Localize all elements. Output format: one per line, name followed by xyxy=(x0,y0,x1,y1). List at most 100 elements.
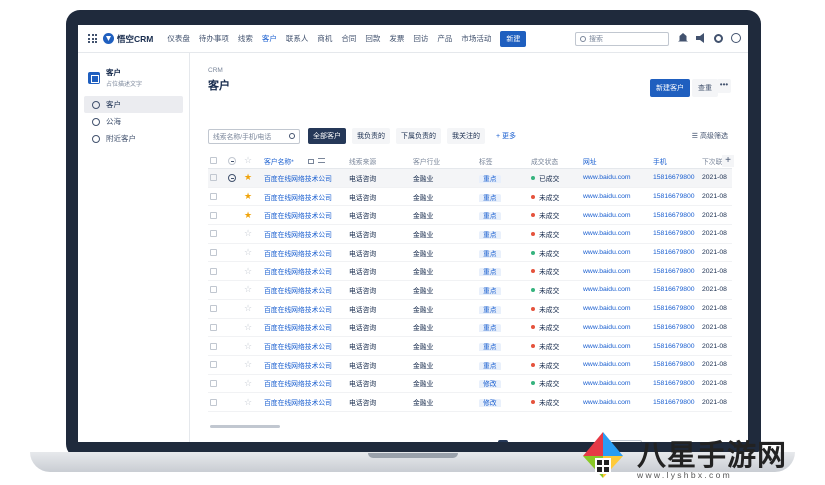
row-checkbox[interactable] xyxy=(208,230,228,238)
column-header-name[interactable]: 客户名称* xyxy=(264,156,349,166)
phone-link[interactable]: 15816679800 xyxy=(653,268,702,275)
row-checkbox[interactable] xyxy=(208,286,228,294)
phone-link[interactable]: 15816679800 xyxy=(653,361,702,368)
nav-item-2[interactable]: 线索 xyxy=(238,33,253,44)
nav-item-4[interactable]: 联系人 xyxy=(286,33,309,44)
table-row[interactable]: ☆ 百度在线网络技术公司 电话咨询 金融业 重点 未成交 www.baidu.com 1581… xyxy=(208,262,732,282)
row-checkbox[interactable] xyxy=(208,193,228,201)
table-row[interactable]: ★ 百度在线网络技术公司 电话咨询 金融业 重点 未成交 www.baidu.com 1581… xyxy=(208,188,732,207)
phone-link[interactable]: 15816679800 xyxy=(653,212,702,219)
star-outline-icon[interactable]: ☆ xyxy=(244,322,264,333)
table-row[interactable]: ☆ 百度在线网络技术公司 电话咨询 金融业 重点 未成交 www.baidu.com 1581… xyxy=(208,356,732,375)
column-header-tag[interactable]: 标签 xyxy=(479,156,531,166)
sort-icon[interactable] xyxy=(317,158,325,163)
nav-item-11[interactable]: 市场活动 xyxy=(461,33,491,44)
table-row[interactable]: ☆ 百度在线网络技术公司 电话咨询 金融业 重点 未成交 www.baidu.com 1581… xyxy=(208,319,732,338)
more-filters-link[interactable]: + 更多 xyxy=(491,128,521,144)
sidebar-item-0[interactable]: 客户 xyxy=(84,96,183,113)
row-checkbox[interactable] xyxy=(208,379,228,387)
phone-link[interactable]: 15816679800 xyxy=(653,249,702,256)
table-row[interactable]: ☆ 百度在线网络技术公司 电话咨询 金融业 重点 未成交 www.baidu.com 1581… xyxy=(208,225,732,244)
phone-link[interactable]: 15816679800 xyxy=(653,380,702,387)
website-link[interactable]: www.baidu.com xyxy=(583,343,653,350)
filter-tab-2[interactable]: 下属负责的 xyxy=(396,128,441,144)
row-checkbox[interactable] xyxy=(208,211,228,219)
website-link[interactable]: www.baidu.com xyxy=(583,399,653,406)
table-row[interactable]: ☆ 百度在线网络技术公司 电话咨询 金融业 重点 未成交 www.baidu.com 1581… xyxy=(208,281,732,300)
customer-name-link[interactable]: 百度在线网络技术公司 xyxy=(264,173,349,183)
table-row[interactable]: ★ 百度在线网络技术公司 电话咨询 金融业 重点 未成交 www.baidu.com 1581… xyxy=(208,206,732,226)
row-checkbox[interactable] xyxy=(208,305,228,313)
star-filled-icon[interactable]: ★ xyxy=(244,172,264,183)
user-avatar-icon[interactable] xyxy=(731,33,741,43)
customer-name-link[interactable]: 百度在线网络技术公司 xyxy=(264,322,349,332)
filter-tab-1[interactable]: 我负责的 xyxy=(352,128,390,144)
star-outline-icon[interactable]: ☆ xyxy=(244,359,264,370)
website-link[interactable]: www.baidu.com xyxy=(583,305,653,312)
sidebar-item-2[interactable]: 附近客户 xyxy=(84,130,183,147)
website-link[interactable]: www.baidu.com xyxy=(583,324,653,331)
phone-link[interactable]: 15816679800 xyxy=(653,305,702,312)
nav-item-0[interactable]: 仪表盘 xyxy=(167,33,190,44)
nav-item-7[interactable]: 回款 xyxy=(365,33,380,44)
phone-link[interactable]: 15816679800 xyxy=(653,399,702,406)
page-number[interactable]: 3 xyxy=(524,440,534,442)
row-checkbox[interactable] xyxy=(208,361,228,369)
page-number[interactable]: 5 xyxy=(550,440,560,442)
row-checkbox[interactable] xyxy=(208,174,228,182)
table-row[interactable]: ☆ 百度在线网络技术公司 电话咨询 金融业 重点 未成交 www.baidu.com 1581… xyxy=(208,337,732,356)
customer-name-link[interactable]: 百度在线网络技术公司 xyxy=(264,192,349,202)
table-row[interactable]: ★ 百度在线网络技术公司 电话咨询 金融业 重点 已成交 www.baidu.com 1581… xyxy=(208,169,732,188)
website-link[interactable]: www.baidu.com xyxy=(583,212,653,219)
page-number[interactable]: 1 xyxy=(498,440,509,442)
page-number[interactable]: 6 xyxy=(563,440,573,442)
table-row[interactable]: ☆ 百度在线网络技术公司 电话咨询 金融业 修改 未成交 www.baidu.com 1581… xyxy=(208,393,732,412)
customer-name-link[interactable]: 百度在线网络技术公司 xyxy=(264,229,349,239)
nav-new-button[interactable]: 新建 xyxy=(500,30,527,47)
column-header-status[interactable]: 成交状态 xyxy=(531,156,583,166)
website-link[interactable]: www.baidu.com xyxy=(583,380,653,387)
nav-item-9[interactable]: 回访 xyxy=(413,33,428,44)
customer-name-link[interactable]: 百度在线网络技术公司 xyxy=(264,378,349,388)
customer-name-link[interactable]: 百度在线网络技术公司 xyxy=(264,341,349,351)
global-search-input[interactable]: 搜索 xyxy=(575,32,669,46)
row-checkbox[interactable] xyxy=(208,249,228,257)
notification-bell-icon[interactable] xyxy=(678,33,688,42)
customer-name-link[interactable]: 百度在线网络技术公司 xyxy=(264,360,349,370)
row-checkbox[interactable] xyxy=(208,267,228,275)
customer-name-link[interactable]: 百度在线网络技术公司 xyxy=(264,285,349,295)
page-number[interactable]: 2 xyxy=(511,440,521,442)
phone-link[interactable]: 15816679800 xyxy=(653,193,702,200)
customer-name-link[interactable]: 百度在线网络技术公司 xyxy=(264,248,349,258)
sidebar-item-1[interactable]: 公海 xyxy=(84,113,183,130)
nav-item-6[interactable]: 合同 xyxy=(341,33,356,44)
phone-link[interactable]: 15816679800 xyxy=(653,324,702,331)
nav-item-1[interactable]: 待办事项 xyxy=(199,33,229,44)
more-actions-button[interactable]: ••• xyxy=(717,79,731,93)
nav-item-3[interactable]: 客户 xyxy=(262,33,277,44)
column-header-phone[interactable]: 手机 xyxy=(653,156,702,166)
star-outline-icon[interactable]: ☆ xyxy=(244,341,264,352)
table-row[interactable]: ☆ 百度在线网络技术公司 电话咨询 金融业 重点 未成交 www.baidu.com 1581… xyxy=(208,244,732,263)
new-customer-button[interactable]: 新建客户 xyxy=(650,79,690,97)
star-outline-icon[interactable]: ☆ xyxy=(244,303,264,314)
column-header-industry[interactable]: 客户行业 xyxy=(413,156,479,166)
nav-item-5[interactable]: 商机 xyxy=(317,33,332,44)
row-checkbox[interactable] xyxy=(208,323,228,331)
customer-name-link[interactable]: 百度在线网络技术公司 xyxy=(264,266,349,276)
customer-name-link[interactable]: 百度在线网络技术公司 xyxy=(264,210,349,220)
phone-link[interactable]: 15816679800 xyxy=(653,343,702,350)
horizontal-scrollbar[interactable] xyxy=(210,425,280,428)
customer-name-link[interactable]: 百度在线网络技术公司 xyxy=(264,304,349,314)
phone-link[interactable]: 15816679800 xyxy=(653,230,702,237)
select-all-checkbox[interactable] xyxy=(208,157,228,164)
row-action-icon[interactable] xyxy=(228,173,244,182)
column-header-source[interactable]: 线索来源 xyxy=(349,156,413,166)
website-link[interactable]: www.baidu.com xyxy=(583,174,653,181)
brand-logo[interactable]: 悟空CRM xyxy=(103,33,153,45)
table-row[interactable]: ☆ 百度在线网络技术公司 电话咨询 金融业 重点 未成交 www.baidu.com 1581… xyxy=(208,300,732,319)
dedupe-button[interactable]: 查重 xyxy=(692,79,718,97)
phone-link[interactable]: 15816679800 xyxy=(653,174,702,181)
breadcrumb[interactable]: CRM xyxy=(208,67,223,74)
customer-search-input[interactable]: 线索名称/手机/电话 xyxy=(208,128,300,144)
